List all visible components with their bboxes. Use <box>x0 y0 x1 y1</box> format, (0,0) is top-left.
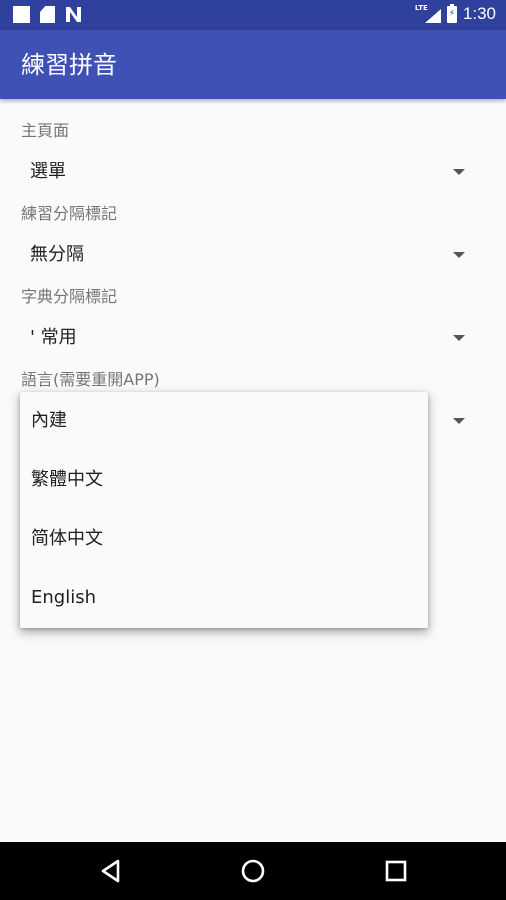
n-app-icon <box>65 6 82 23</box>
sd-card-icon <box>40 6 55 23</box>
dropdown-arrow-icon <box>453 418 465 424</box>
dropdown-arrow-icon <box>453 335 465 341</box>
language-dropdown: 內建 繁體中文 简体中文 English <box>20 392 428 628</box>
practice-separator-label: 練習分隔標記 <box>21 204 118 223</box>
main-page-label: 主頁面 <box>21 121 70 140</box>
practice-separator-value: 無分隔 <box>30 244 84 265</box>
battery-charging-icon: ⚡ <box>446 3 457 23</box>
language-label: 語言(需要重開APP) <box>21 370 160 389</box>
status-time: 1:30 <box>462 4 496 23</box>
language-option-builtin[interactable]: 內建 <box>20 392 428 451</box>
notification-square-icon <box>13 6 30 23</box>
main-page-spinner[interactable]: 選單 <box>20 150 472 194</box>
back-icon[interactable] <box>98 858 124 884</box>
home-icon[interactable] <box>240 858 266 884</box>
app-title: 練習拼音 <box>21 51 117 79</box>
dropdown-arrow-icon <box>453 252 465 258</box>
status-left-icons <box>13 6 82 23</box>
language-option-label: 简体中文 <box>31 528 103 549</box>
recents-icon[interactable] <box>383 858 409 884</box>
dropdown-arrow-icon <box>453 169 465 175</box>
main-page-value: 選單 <box>30 161 66 182</box>
status-bar: LTE ⚡ 1:30 <box>0 0 506 30</box>
language-option-label: 內建 <box>31 410 67 431</box>
dictionary-separator-label: 字典分隔標記 <box>21 287 118 306</box>
navigation-bar <box>0 842 506 900</box>
dictionary-separator-spinner[interactable]: ' 常用 <box>20 316 472 360</box>
status-right-icons: LTE ⚡ 1:30 <box>415 3 496 24</box>
language-option-label: English <box>31 587 96 608</box>
language-option-english[interactable]: English <box>20 569 428 628</box>
practice-separator-spinner[interactable]: 無分隔 <box>20 233 472 277</box>
dictionary-separator-value: ' 常用 <box>30 327 77 348</box>
app-bar: 練習拼音 <box>0 30 506 99</box>
language-option-label: 繁體中文 <box>31 469 103 490</box>
language-option-traditional-chinese[interactable]: 繁體中文 <box>20 451 428 510</box>
signal-icon: LTE <box>415 4 441 24</box>
language-option-simplified-chinese[interactable]: 简体中文 <box>20 510 428 569</box>
